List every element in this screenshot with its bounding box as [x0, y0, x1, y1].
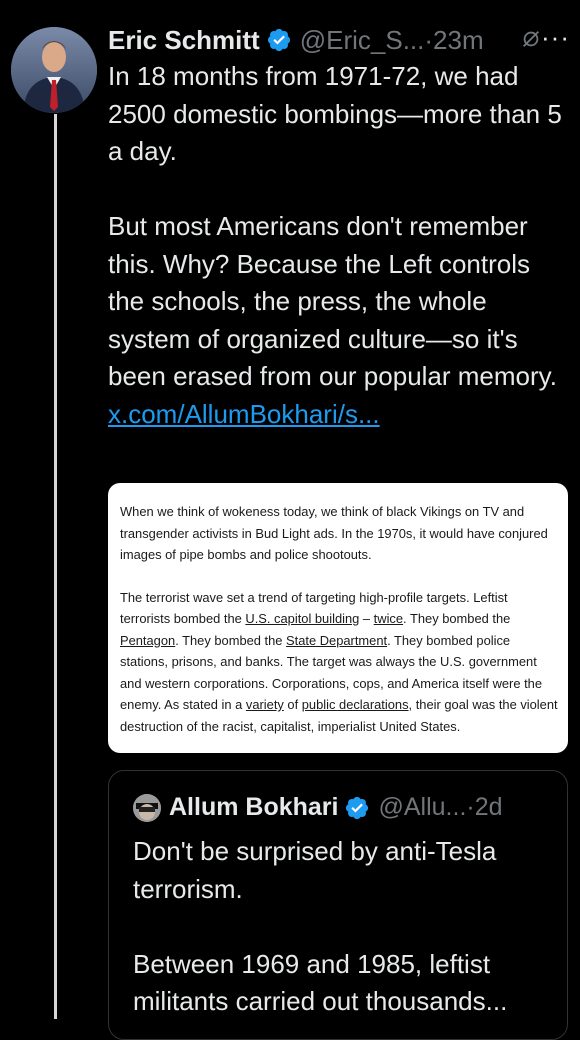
verified-badge-icon	[267, 28, 290, 52]
tweet-paragraph-1: In 18 months from 1971-72, we had 2500 d…	[108, 61, 562, 166]
separator-dot: ·	[424, 24, 434, 55]
author-handle[interactable]: @Eric_S...	[300, 25, 425, 56]
timestamp[interactable]: 23m	[433, 25, 484, 56]
tweet-header: Eric Schmitt @Eric_S... · 23m	[108, 22, 570, 58]
tweet-link[interactable]: x.com/AllumBokhari/s...	[108, 399, 380, 429]
more-icon[interactable]: ···	[541, 22, 570, 53]
quoted-timestamp: 2d	[474, 793, 503, 821]
attached-image[interactable]: When we think of wokeness today, we thin…	[108, 483, 568, 753]
image-paragraph-1: When we think of wokeness today, we thin…	[120, 504, 548, 562]
avatar[interactable]	[11, 27, 97, 113]
quoted-tweet-text: Don't be surprised by anti-Tesla terrori…	[133, 833, 553, 1021]
quoted-avatar	[133, 793, 161, 822]
avatar-image	[11, 27, 97, 113]
quoted-tweet[interactable]: Allum Bokhari @Allu... · 2d Don't be sur…	[108, 770, 568, 1040]
quoted-tweet-header: Allum Bokhari @Allu... · 2d	[133, 793, 503, 822]
quoted-author-name: Allum Bokhari	[169, 793, 339, 821]
quoted-separator-dot: ·	[466, 793, 475, 821]
quoted-author-handle: @Allu...	[378, 793, 467, 821]
quoted-verified-badge-icon	[346, 796, 369, 819]
quoted-paragraph-2: Between 1969 and 1985, leftist militants…	[133, 948, 508, 1017]
thread-line	[54, 114, 57, 1019]
quoted-paragraph-1: Don't be surprised by anti-Tesla terrori…	[133, 836, 497, 904]
image-paragraph-2: The terrorist wave set a trend of target…	[120, 589, 558, 734]
grok-icon[interactable]	[520, 28, 542, 50]
tweet-paragraph-2: But most Americans don't remember this. …	[108, 211, 557, 391]
author-name[interactable]: Eric Schmitt	[108, 25, 260, 56]
tweet-text: In 18 months from 1971-72, we had 2500 d…	[108, 58, 568, 433]
